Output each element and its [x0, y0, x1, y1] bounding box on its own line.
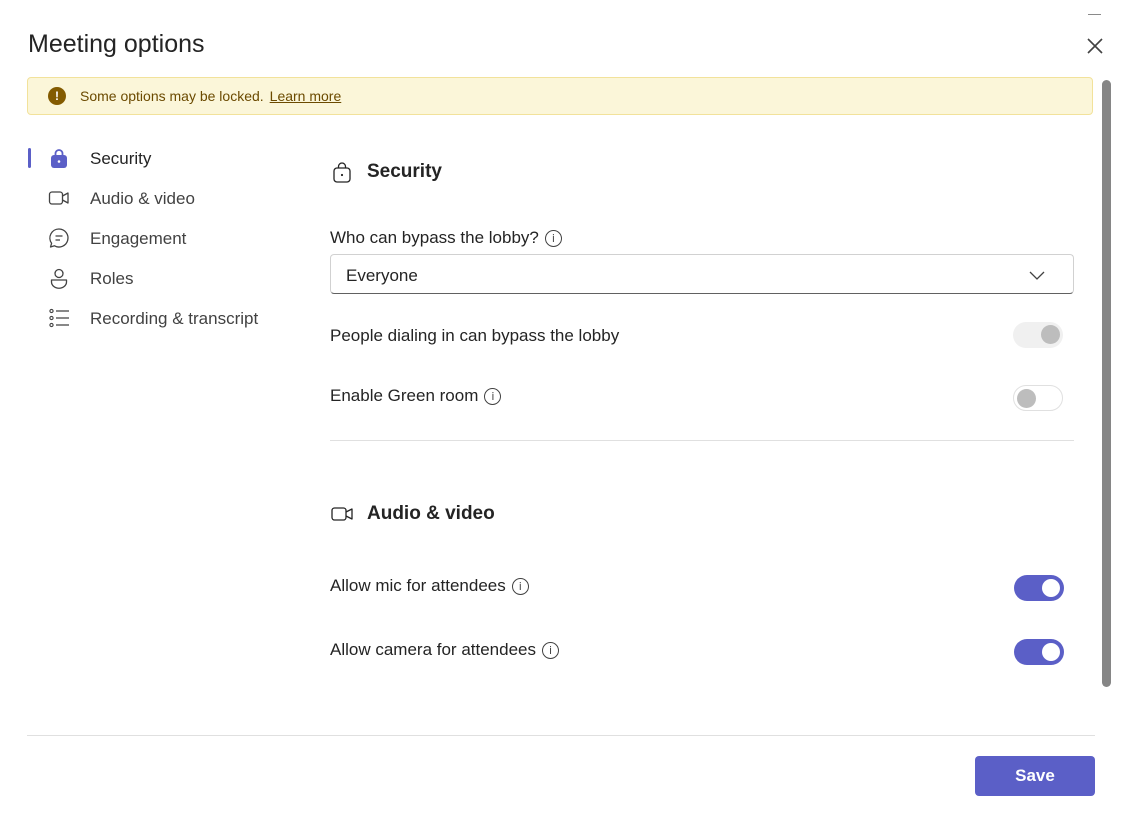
- dropdown-value: Everyone: [346, 266, 418, 285]
- toggle-knob: [1042, 579, 1060, 597]
- banner-message: Some options may be locked.: [80, 88, 264, 104]
- person-icon: [50, 268, 68, 289]
- sidebar-item-label: Recording & transcript: [90, 309, 259, 328]
- video-camera-icon: [48, 191, 69, 205]
- allow-camera-text: Allow camera for attendees: [330, 640, 536, 659]
- info-icon[interactable]: i: [542, 641, 559, 659]
- allow-camera-toggle[interactable]: [1014, 639, 1064, 665]
- section-title: Audio & video: [367, 503, 495, 524]
- lock-icon: [51, 149, 67, 168]
- dial-in-bypass-toggle[interactable]: [1013, 322, 1063, 348]
- warning-icon: !: [48, 87, 66, 105]
- banner-text: Some options may be locked. Learn more: [80, 88, 341, 104]
- scrollbar-thumb[interactable]: [1102, 80, 1111, 687]
- green-room-text: Enable Green room: [330, 386, 479, 405]
- sidebar-item-engagement[interactable]: Engagement: [28, 224, 288, 254]
- active-indicator: [28, 148, 31, 168]
- green-room-toggle[interactable]: [1013, 385, 1063, 411]
- chevron-down-icon: [1029, 271, 1045, 280]
- sidebar-item-label: Audio & video: [90, 189, 195, 208]
- sidebar-item-roles[interactable]: Roles: [28, 264, 288, 294]
- sidebar-item-label: Engagement: [90, 229, 187, 248]
- dial-in-bypass-label: People dialing in can bypass the lobby: [330, 326, 619, 346]
- chat-bubble-icon: [49, 228, 69, 248]
- green-room-label: Enable Green room i: [330, 386, 502, 406]
- section-title: Security: [367, 161, 442, 182]
- allow-camera-label: Allow camera for attendees i: [330, 640, 559, 660]
- minimize-button[interactable]: [1088, 14, 1101, 15]
- learn-more-link[interactable]: Learn more: [270, 88, 342, 104]
- lock-icon: [333, 162, 351, 183]
- video-camera-icon: [331, 507, 353, 521]
- close-button[interactable]: [1083, 34, 1107, 58]
- toggle-knob: [1042, 643, 1060, 661]
- toggle-knob: [1041, 325, 1060, 344]
- info-icon[interactable]: i: [544, 229, 562, 247]
- sidebar-item-label: Security: [90, 149, 152, 168]
- info-icon[interactable]: i: [484, 387, 502, 405]
- section-divider: [330, 440, 1074, 441]
- allow-mic-label: Allow mic for attendees i: [330, 576, 529, 596]
- info-icon[interactable]: i: [511, 577, 529, 595]
- list-icon: [49, 308, 69, 328]
- sidebar-item-audio-video[interactable]: Audio & video: [28, 184, 288, 214]
- footer-divider: [27, 735, 1095, 736]
- sidebar-item-security[interactable]: Security: [28, 144, 288, 174]
- locked-options-banner: ! Some options may be locked. Learn more: [27, 77, 1093, 115]
- save-button[interactable]: Save: [975, 756, 1095, 796]
- dial-in-bypass-text: People dialing in can bypass the lobby: [330, 326, 620, 345]
- bypass-lobby-text: Who can bypass the lobby?: [330, 228, 539, 247]
- bypass-lobby-dropdown[interactable]: Everyone: [330, 254, 1074, 294]
- bypass-lobby-label: Who can bypass the lobby? i: [330, 228, 562, 248]
- allow-mic-text: Allow mic for attendees: [330, 576, 506, 595]
- toggle-knob: [1017, 389, 1036, 408]
- close-icon: [1087, 38, 1103, 54]
- dialog-title: Meeting options: [28, 30, 205, 58]
- allow-mic-toggle[interactable]: [1014, 575, 1064, 601]
- sidebar-item-label: Roles: [90, 269, 134, 288]
- sidebar-item-recording-transcript[interactable]: Recording & transcript: [28, 304, 288, 334]
